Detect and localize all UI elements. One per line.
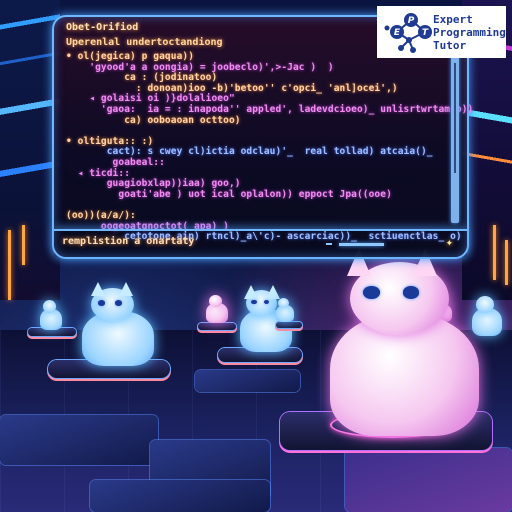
cat-blue-far-right: [276, 298, 294, 322]
logo-line: Expert: [433, 13, 473, 26]
code-line: goati'abe ) uot ical oplalon)) eppoct Jp…: [66, 188, 392, 200]
code-line: 'gyood'a a oongia) = joobeclo)',>-Jac ) …: [66, 61, 334, 73]
floor-tile: [195, 370, 300, 392]
logo-line: Programming: [433, 26, 506, 39]
code-line: • ol(jegica) p gaqua)): [66, 51, 195, 62]
floor-tile: [90, 480, 270, 512]
code-line: goabeal::: [66, 157, 165, 168]
logo-initial-t: T: [422, 28, 429, 38]
scrollbar-thumb[interactable]: [454, 63, 456, 173]
cat-platform: [276, 322, 302, 328]
logo-initial-p: P: [408, 16, 415, 26]
status-indicator: [326, 243, 332, 245]
status-text: remplistion a onartaty: [62, 236, 195, 247]
neon-light-bar: [22, 225, 25, 265]
cat-pink-far: [206, 295, 228, 323]
code-line: (oo))(a/a/):: [66, 210, 136, 221]
code-line: ca) ooboaoan octtoo): [66, 114, 241, 126]
status-progress: [339, 243, 384, 246]
code-line: ◂ ticdi::: [66, 167, 131, 179]
panel-subtitle: Uperenlal undertoctandiong: [66, 37, 223, 48]
logo-wordmark: Expert Programming Tutor: [433, 13, 506, 52]
logo-line: Tutor: [433, 39, 467, 52]
code-line: ◂ golaisi oi )}dolalioeo": [66, 93, 235, 105]
ept-logo: P E T Expert Programming Tutor: [377, 6, 506, 58]
status-bar: remplistion a onartaty ✦: [54, 229, 467, 257]
code-line: cact): s cwey cl)ictia odclau)'_ real to…: [66, 146, 433, 158]
neon-light-bar: [8, 230, 11, 300]
logo-initial-e: E: [394, 28, 401, 38]
logo-molecule-icon: P E T: [384, 13, 432, 53]
cat-blue-far-left: [40, 300, 62, 330]
star-icon[interactable]: ✦: [446, 235, 453, 249]
code-line: ca : (jodinatoo): [66, 72, 218, 84]
code-line: 'gaoa: ia = : inapoda'' appled', ladevdc…: [66, 104, 474, 115]
floor-tile: [0, 415, 158, 465]
panel-title: Obet-Orifiod: [66, 22, 139, 33]
neon-light-bar: [505, 240, 508, 285]
cat-blue-left: [82, 281, 154, 366]
cat-platform: [198, 323, 236, 330]
floor-tile: [345, 448, 512, 512]
cat-large-pink: [330, 248, 495, 436]
code-line: guagiobxlap))iaa) goo,): [66, 178, 241, 190]
